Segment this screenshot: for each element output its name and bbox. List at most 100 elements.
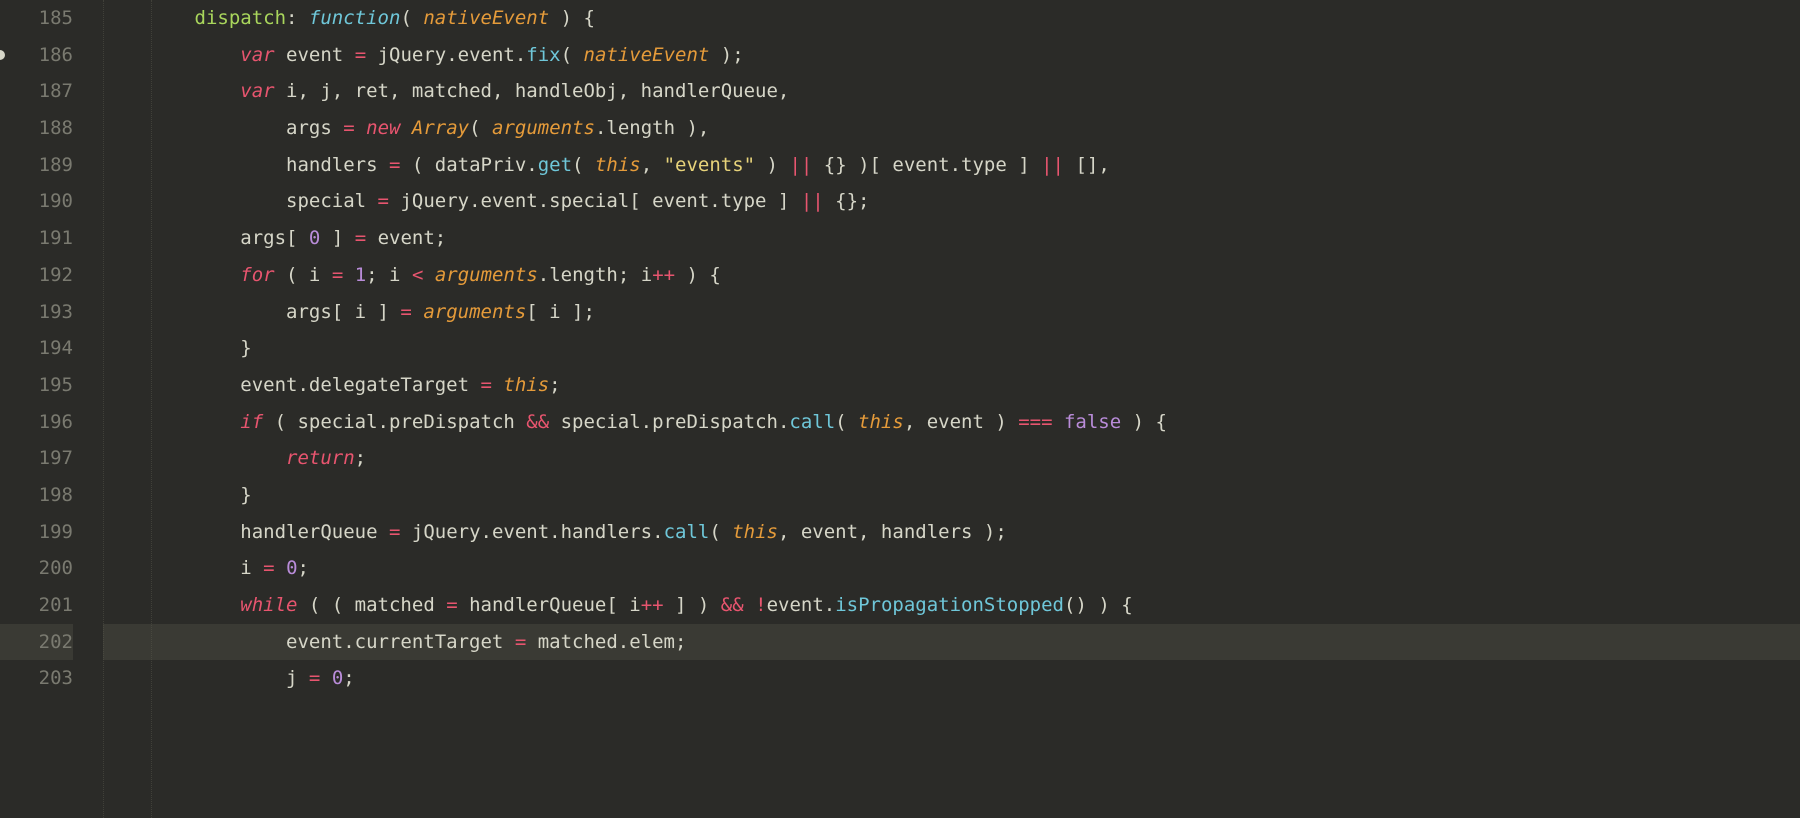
token: var (240, 80, 274, 102)
token: i (240, 557, 263, 579)
line-number[interactable]: 198 (0, 477, 73, 514)
line-number[interactable]: 188 (0, 110, 73, 147)
token: () ) { (1064, 594, 1133, 616)
indent-guide (103, 0, 104, 818)
code-line[interactable]: var i, j, ret, matched, handleObj, handl… (103, 73, 1800, 110)
code-line[interactable]: var event = jQuery.event.fix( nativeEven… (103, 37, 1800, 74)
token: && (526, 411, 549, 433)
token: = (378, 190, 389, 212)
code-line[interactable]: handlerQueue = jQuery.event.handlers.cal… (103, 514, 1800, 551)
token: jQuery.event.special[ event.type ] (389, 190, 801, 212)
token: event.currentTarget (286, 631, 515, 653)
token: ++ (652, 264, 675, 286)
line-number[interactable]: 199 (0, 514, 73, 551)
token: fix (526, 44, 560, 66)
line-number[interactable]: 195 (0, 367, 73, 404)
token: ( special.preDispatch (263, 411, 526, 433)
token: ); (709, 44, 743, 66)
token: [ i ]; (526, 301, 595, 323)
token: = (515, 631, 526, 653)
line-number[interactable]: 193 (0, 294, 73, 331)
token: function (309, 7, 401, 29)
line-number[interactable]: 186 (0, 37, 73, 74)
token: special.preDispatch. (549, 411, 789, 433)
code-line[interactable]: args = new Array( arguments.length ), (103, 110, 1800, 147)
token: ( dataPriv. (400, 154, 537, 176)
token: || (801, 190, 824, 212)
token: ] ) (664, 594, 721, 616)
token: 0 (309, 227, 320, 249)
code-line[interactable]: special = jQuery.event.special[ event.ty… (103, 183, 1800, 220)
token: {} )[ event.type ] (812, 154, 1041, 176)
token: = (400, 301, 411, 323)
code-line[interactable]: for ( i = 1; i < arguments.length; i++ )… (103, 257, 1800, 294)
token (400, 117, 411, 139)
token: jQuery.event.handlers. (400, 521, 663, 543)
token: matched.elem; (526, 631, 686, 653)
token: = (446, 594, 457, 616)
line-number[interactable]: 196 (0, 404, 73, 441)
token: ( (400, 7, 423, 29)
token: this (595, 154, 641, 176)
token: this (858, 411, 904, 433)
token: .length ), (595, 117, 709, 139)
code-line[interactable]: return; (103, 440, 1800, 477)
code-line[interactable]: event.delegateTarget = this; (103, 367, 1800, 404)
line-number[interactable]: 192 (0, 257, 73, 294)
token: ( (572, 154, 595, 176)
code-line[interactable]: event.currentTarget = matched.elem; (103, 624, 1800, 661)
code-line[interactable]: j = 0; (103, 660, 1800, 697)
token: this (503, 374, 549, 396)
line-number[interactable]: 194 (0, 330, 73, 367)
token: || (789, 154, 812, 176)
token: ; (549, 374, 560, 396)
token: = (355, 227, 366, 249)
token: j (286, 667, 309, 689)
token: ( (709, 521, 732, 543)
line-number-gutter[interactable]: 1851861871881891901911921931941951961971… (0, 0, 95, 818)
token: arguments (435, 264, 538, 286)
token: event. (767, 594, 836, 616)
token (320, 667, 331, 689)
token: 1 (355, 264, 366, 286)
token: = (389, 154, 400, 176)
line-number[interactable]: 202 (0, 624, 73, 661)
token: if (240, 411, 263, 433)
line-number[interactable]: 197 (0, 440, 73, 477)
token: special (286, 190, 378, 212)
line-number[interactable]: 190 (0, 183, 73, 220)
token: get (538, 154, 572, 176)
line-number[interactable]: 185 (0, 0, 73, 37)
code-line[interactable]: while ( ( matched = handlerQueue[ i++ ] … (103, 587, 1800, 624)
token: nativeEvent (423, 7, 549, 29)
code-line[interactable]: if ( special.preDispatch && special.preD… (103, 404, 1800, 441)
line-number[interactable]: 203 (0, 660, 73, 697)
code-line[interactable]: dispatch: function( nativeEvent ) { (103, 0, 1800, 37)
code-line[interactable]: } (103, 330, 1800, 367)
code-line[interactable]: i = 0; (103, 550, 1800, 587)
token: handlerQueue (240, 521, 389, 543)
token (1053, 411, 1064, 433)
token (423, 264, 434, 286)
token: new (366, 117, 400, 139)
code-line[interactable]: args[ i ] = arguments[ i ]; (103, 294, 1800, 331)
line-number[interactable]: 187 (0, 73, 73, 110)
token: for (240, 264, 274, 286)
token: args[ i ] (286, 301, 400, 323)
token: = (309, 667, 320, 689)
line-number[interactable]: 201 (0, 587, 73, 624)
code-editor[interactable]: 1851861871881891901911921931941951961971… (0, 0, 1800, 818)
line-number[interactable]: 189 (0, 147, 73, 184)
token: || (1041, 154, 1064, 176)
token: = (332, 264, 343, 286)
line-number[interactable]: 200 (0, 550, 73, 587)
token: ) { (675, 264, 721, 286)
code-area[interactable]: dispatch: function( nativeEvent ) { var … (95, 0, 1800, 818)
code-line[interactable]: args[ 0 ] = event; (103, 220, 1800, 257)
code-line[interactable]: } (103, 477, 1800, 514)
token: } (240, 337, 251, 359)
code-line[interactable]: handlers = ( dataPriv.get( this, "events… (103, 147, 1800, 184)
line-number[interactable]: 191 (0, 220, 73, 257)
token: ) { (549, 7, 595, 29)
token: nativeEvent (584, 44, 710, 66)
